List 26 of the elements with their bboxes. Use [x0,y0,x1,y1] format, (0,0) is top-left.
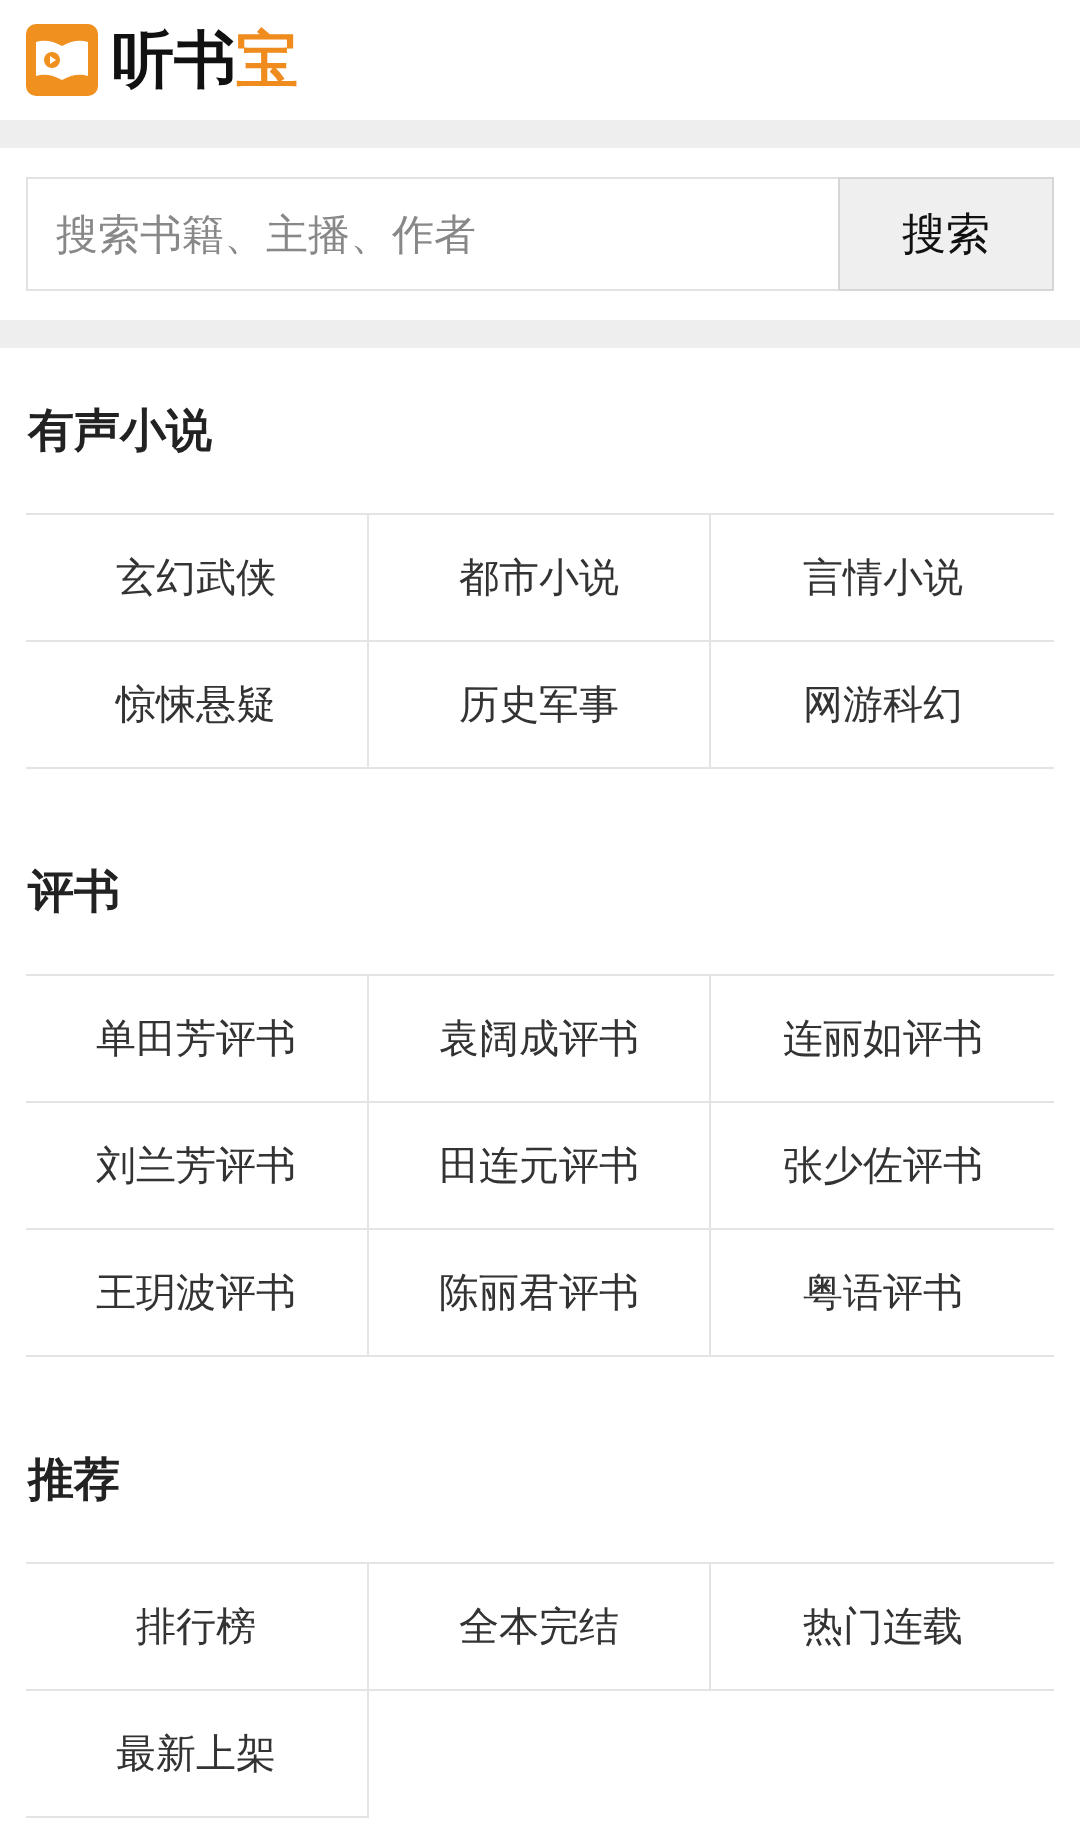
category-link[interactable]: 历史军事 [368,642,712,769]
section-title: 推荐 [28,1450,120,1508]
category-link[interactable]: 王玥波评书 [26,1230,369,1357]
category-link[interactable]: 惊悚悬疑 [26,642,369,769]
category-link[interactable]: 张少佐评书 [711,1103,1054,1230]
category-link[interactable]: 粤语评书 [711,1230,1054,1357]
category-link[interactable]: 田连元评书 [368,1103,712,1230]
category-link[interactable]: 最新上架 [26,1691,369,1818]
category-link[interactable]: 言情小说 [711,515,1054,642]
book-play-icon [26,24,98,96]
search-field[interactable]: 搜索书籍、主播、作者 [26,177,838,291]
category-link[interactable]: 都市小说 [368,515,712,642]
category-link[interactable]: 全本完结 [368,1564,712,1691]
category-link[interactable]: 玄幻武侠 [26,515,369,642]
section-title: 有声小说 [28,401,212,459]
category-link[interactable]: 排行榜 [26,1564,369,1691]
category-link[interactable]: 陈丽君评书 [368,1230,712,1357]
category-link[interactable]: 连丽如评书 [711,976,1054,1103]
category-link[interactable]: 热门连载 [711,1564,1054,1691]
app-logo-text: 听书宝 [112,29,298,91]
search-button[interactable]: 搜索 [838,177,1054,291]
section-title: 评书 [28,862,120,920]
category-link[interactable]: 袁阔成评书 [368,976,712,1103]
category-link[interactable]: 刘兰芳评书 [26,1103,369,1230]
category-link[interactable]: 单田芳评书 [26,976,369,1103]
category-link[interactable]: 网游科幻 [711,642,1054,769]
